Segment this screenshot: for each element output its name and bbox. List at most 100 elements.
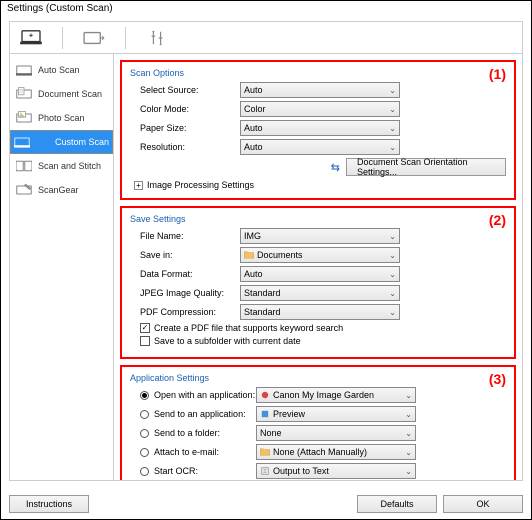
start-ocr-dropdown[interactable]: Output to Text⌄ — [256, 463, 416, 479]
data-format-label: Data Format: — [130, 269, 240, 279]
file-name-label: File Name: — [130, 231, 240, 241]
photo-scan-icon — [16, 111, 32, 125]
defaults-button[interactable]: Defaults — [357, 495, 437, 513]
data-format-dropdown[interactable]: Auto⌄ — [240, 266, 400, 282]
swap-arrows-icon[interactable]: ⇆ — [331, 161, 340, 174]
chevron-down-icon: ⌄ — [389, 232, 396, 241]
pdf-keyword-label: Create a PDF file that supports keyword … — [154, 323, 343, 333]
start-ocr-label: Start OCR: — [154, 466, 256, 476]
subfolder-date-label: Save to a subfolder with current date — [154, 336, 301, 346]
open-with-app-radio[interactable] — [140, 391, 149, 400]
attach-email-label: Attach to e-mail: — [154, 447, 256, 457]
file-name-combo[interactable]: IMG⌄ — [240, 228, 400, 244]
folder-icon — [244, 251, 254, 259]
sidebar-item-scangear[interactable]: ScanGear — [10, 178, 113, 202]
attach-email-dropdown[interactable]: None (Attach Manually)⌄ — [256, 444, 416, 460]
color-mode-label: Color Mode: — [130, 104, 240, 114]
sidebar-item-scan-stitch[interactable]: Scan and Stitch — [10, 154, 113, 178]
send-to-app-dropdown[interactable]: Preview⌄ — [256, 406, 416, 422]
save-settings-title: Save Settings — [130, 214, 506, 224]
chevron-down-icon: ⌄ — [389, 270, 396, 279]
chevron-down-icon: ⌄ — [405, 448, 412, 457]
auto-scan-icon — [16, 63, 32, 77]
pdf-keyword-checkbox[interactable]: ✓ — [140, 323, 150, 333]
resolution-label: Resolution: — [130, 142, 240, 152]
app-icon — [260, 391, 270, 399]
sidebar-item-label: Auto Scan — [38, 65, 80, 75]
sidebar-item-document-scan[interactable]: Document Scan — [10, 82, 113, 106]
sidebar-item-label: Document Scan — [38, 89, 102, 99]
save-in-dropdown[interactable]: Documents⌄ — [240, 247, 400, 263]
sidebar-item-label: ScanGear — [38, 185, 79, 195]
stitch-icon — [16, 159, 32, 173]
chevron-down-icon: ⌄ — [405, 410, 412, 419]
general-settings-icon[interactable] — [146, 27, 168, 49]
save-settings-section: (2) Save Settings File Name:IMG⌄ Save in… — [120, 206, 516, 359]
sidebar-item-label: Custom Scan — [55, 137, 109, 147]
toolbar — [10, 22, 522, 54]
paper-size-label: Paper Size: — [130, 123, 240, 133]
open-with-app-dropdown[interactable]: Canon My Image Garden⌄ — [256, 387, 416, 403]
section-badge-1: (1) — [489, 66, 506, 82]
section-badge-2: (2) — [489, 212, 506, 228]
send-to-folder-label: Send to a folder: — [154, 428, 256, 438]
window-title: Settings (Custom Scan) — [1, 1, 531, 21]
application-settings-title: Application Settings — [130, 373, 506, 383]
jpeg-quality-label: JPEG Image Quality: — [130, 288, 240, 298]
color-mode-dropdown[interactable]: Color⌄ — [240, 101, 400, 117]
chevron-down-icon: ⌄ — [405, 467, 412, 476]
footer: Instructions Defaults OK — [1, 495, 531, 513]
pdf-compression-label: PDF Compression: — [130, 307, 240, 317]
document-scan-icon — [16, 87, 32, 101]
settings-window: Settings (Custom Scan) Auto Scan — [0, 0, 532, 520]
main-panel: (1) Scan Options Select Source:Auto⌄ Col… — [114, 54, 522, 480]
orientation-settings-button[interactable]: Document Scan Orientation Settings... — [346, 158, 506, 176]
subfolder-date-checkbox[interactable] — [140, 336, 150, 346]
select-source-label: Select Source: — [130, 85, 240, 95]
toolbar-sep — [125, 27, 126, 49]
paper-size-dropdown[interactable]: Auto⌄ — [240, 120, 400, 136]
save-in-label: Save in: — [130, 250, 240, 260]
sidebar-item-custom-scan[interactable]: Custom Scan — [10, 130, 113, 154]
chevron-down-icon: ⌄ — [389, 289, 396, 298]
select-source-dropdown[interactable]: Auto⌄ — [240, 82, 400, 98]
chevron-down-icon: ⌄ — [389, 86, 396, 95]
sidebar-item-auto-scan[interactable]: Auto Scan — [10, 58, 113, 82]
application-settings-section: (3) Application Settings Open with an ap… — [120, 365, 516, 480]
chevron-down-icon: ⌄ — [405, 429, 412, 438]
image-processing-expander[interactable]: +Image Processing Settings — [130, 180, 506, 190]
custom-scan-icon — [14, 135, 30, 149]
chevron-down-icon: ⌄ — [389, 124, 396, 133]
sidebar-item-label: Photo Scan — [38, 113, 85, 123]
send-to-folder-radio[interactable] — [140, 429, 149, 438]
send-to-folder-dropdown[interactable]: None⌄ — [256, 425, 416, 441]
scan-from-panel-icon[interactable] — [83, 27, 105, 49]
resolution-dropdown[interactable]: Auto⌄ — [240, 139, 400, 155]
sidebar-item-label: Scan and Stitch — [38, 161, 101, 171]
scan-options-title: Scan Options — [130, 68, 506, 78]
start-ocr-radio[interactable] — [140, 467, 149, 476]
chevron-down-icon: ⌄ — [389, 251, 396, 260]
jpeg-quality-dropdown[interactable]: Standard⌄ — [240, 285, 400, 301]
text-icon — [260, 467, 270, 475]
chevron-down-icon: ⌄ — [405, 391, 412, 400]
pdf-compression-dropdown[interactable]: Standard⌄ — [240, 304, 400, 320]
scangear-icon — [16, 183, 32, 197]
open-with-app-label: Open with an application: — [154, 390, 256, 400]
chevron-down-icon: ⌄ — [389, 105, 396, 114]
sidebar: Auto Scan Document Scan Photo Scan Custo… — [10, 54, 114, 480]
toolbar-sep — [62, 27, 63, 49]
chevron-down-icon: ⌄ — [389, 308, 396, 317]
folder-icon — [260, 448, 270, 456]
scan-options-section: (1) Scan Options Select Source:Auto⌄ Col… — [120, 60, 516, 200]
section-badge-3: (3) — [489, 371, 506, 387]
send-to-app-radio[interactable] — [140, 410, 149, 419]
chevron-down-icon: ⌄ — [389, 143, 396, 152]
preview-icon — [260, 410, 270, 418]
body: Auto Scan Document Scan Photo Scan Custo… — [10, 54, 522, 480]
sidebar-item-photo-scan[interactable]: Photo Scan — [10, 106, 113, 130]
attach-email-radio[interactable] — [140, 448, 149, 457]
ok-button[interactable]: OK — [443, 495, 523, 513]
instructions-button[interactable]: Instructions — [9, 495, 89, 513]
scan-from-computer-icon[interactable] — [20, 27, 42, 49]
